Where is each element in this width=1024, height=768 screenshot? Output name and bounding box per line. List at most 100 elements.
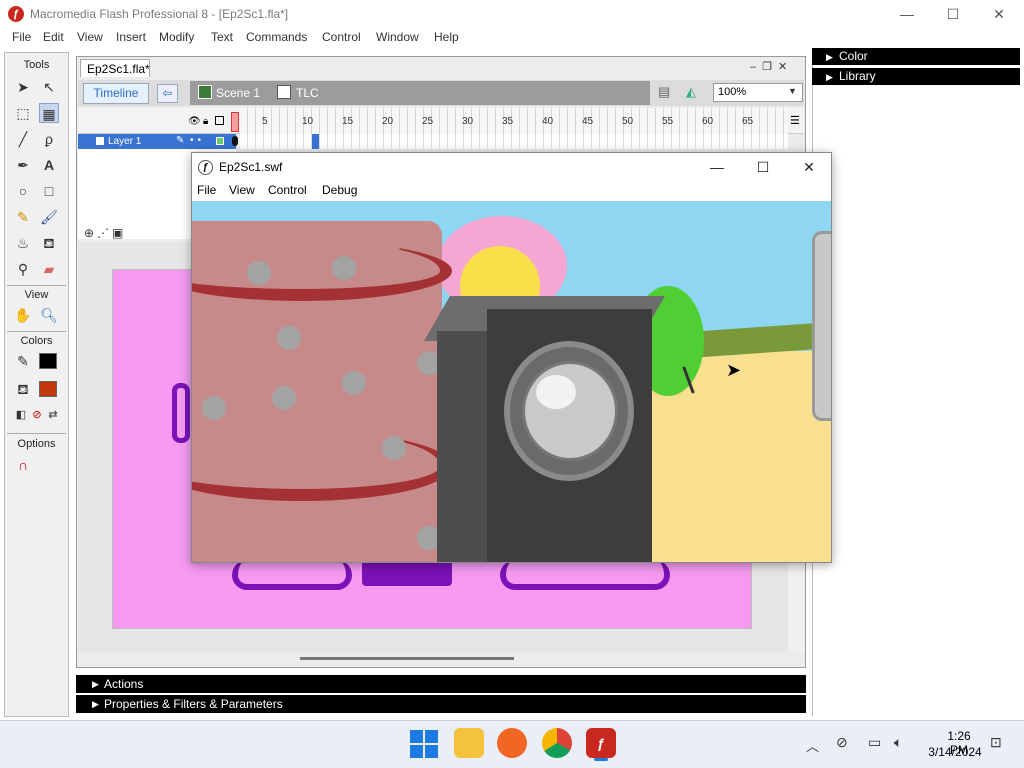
- close-icon[interactable]: ✕: [976, 0, 1022, 28]
- frame-number: 60: [702, 116, 714, 127]
- outline-icon[interactable]: [215, 116, 224, 125]
- swf-movie-canvas[interactable]: [192, 201, 831, 562]
- menu-window[interactable]: Window: [376, 30, 419, 44]
- cake-spike: [342, 371, 366, 395]
- swap-colors-icon[interactable]: ⇄: [43, 405, 63, 425]
- properties-panel[interactable]: Properties & Filters & Parameters: [76, 695, 806, 713]
- document-window-controls[interactable]: –❐✕: [750, 60, 800, 74]
- scene-icon: [198, 85, 212, 99]
- stage-shape: [500, 560, 670, 590]
- swf-menu-control[interactable]: Control: [268, 183, 307, 197]
- menu-file[interactable]: File: [12, 30, 31, 44]
- notifications-icon[interactable]: ⊡: [990, 734, 1002, 751]
- swf-menu-debug[interactable]: Debug: [322, 183, 357, 197]
- scene-label[interactable]: Scene 1: [216, 86, 260, 100]
- pencil-tool-icon[interactable]: ✎: [13, 207, 33, 227]
- paint-bucket-tool-icon[interactable]: ⛾: [39, 233, 59, 253]
- menu-commands[interactable]: Commands: [246, 30, 307, 44]
- snap-magnet-icon[interactable]: ∩: [13, 455, 33, 475]
- symbol-label[interactable]: TLC: [296, 86, 319, 100]
- library-panel[interactable]: Library: [812, 68, 1020, 85]
- line-tool-icon[interactable]: ╱: [13, 129, 33, 149]
- layer-buttons[interactable]: ⊕⋰▣: [84, 226, 126, 240]
- chevron-up-icon[interactable]: ︿: [806, 736, 819, 755]
- menu-help[interactable]: Help: [434, 30, 459, 44]
- document-tab[interactable]: Ep2Sc1.fla*: [80, 59, 150, 77]
- swf-menu-view[interactable]: View: [229, 183, 255, 197]
- minimize-icon[interactable]: —: [884, 0, 930, 28]
- swf-menu-file[interactable]: File: [197, 183, 216, 197]
- stage-shape: [232, 560, 352, 590]
- frame-number: 40: [542, 116, 554, 127]
- lasso-tool-icon[interactable]: ϼ: [39, 129, 59, 149]
- swf-window-title: Ep2Sc1.swf: [219, 160, 283, 174]
- cake-spike: [332, 256, 356, 280]
- edit-scene-icon[interactable]: ▤: [658, 84, 678, 102]
- cake-spike: [272, 386, 296, 410]
- windows-start-icon[interactable]: [410, 730, 438, 758]
- flash-taskbar-icon[interactable]: ƒ: [586, 728, 616, 758]
- expand-triangle-icon[interactable]: ▶: [92, 699, 99, 710]
- firefox-icon[interactable]: [497, 728, 527, 758]
- menu-modify[interactable]: Modify: [159, 30, 194, 44]
- eraser-tool-icon[interactable]: ▰: [39, 259, 59, 279]
- frame-number: 35: [502, 116, 514, 127]
- sound-muted-icon[interactable]: 🔈︎: [894, 734, 902, 751]
- frame-number: 55: [662, 116, 674, 127]
- rectangle-tool-icon[interactable]: □: [39, 181, 59, 201]
- expand-triangle-icon[interactable]: ▶: [92, 679, 99, 690]
- frame-number: 50: [622, 116, 634, 127]
- swf-close-icon[interactable]: ✕: [786, 153, 832, 181]
- menu-text[interactable]: Text: [211, 30, 233, 44]
- pen-tool-icon[interactable]: ✒: [13, 155, 33, 175]
- camera-side: [437, 331, 487, 562]
- ink-bottle-tool-icon[interactable]: ♨: [13, 233, 33, 253]
- no-network-icon[interactable]: ⊘: [836, 734, 848, 751]
- zoom-tool-icon[interactable]: 🔍︎: [39, 305, 59, 325]
- menu-view[interactable]: View: [77, 30, 103, 44]
- back-arrow-icon[interactable]: ⇦: [157, 84, 178, 103]
- layer-toggle-dots[interactable]: ••: [190, 135, 205, 146]
- keyframe[interactable]: [232, 136, 238, 146]
- swf-minimize-icon[interactable]: —: [694, 153, 740, 181]
- tools-panel: Tools ➤ ↖ ⬚ ▦ ╱ ϼ ✒ A ○ □ ✎ 🖌 ♨ ⛾ ⚲ ▰ Vi…: [4, 52, 69, 717]
- layer-frames[interactable]: [240, 134, 788, 149]
- color-panel[interactable]: Color: [812, 48, 1020, 65]
- edit-symbols-icon[interactable]: ◭: [686, 84, 706, 102]
- fill-color-swatch[interactable]: [39, 381, 57, 397]
- actions-panel[interactable]: Actions: [76, 675, 806, 693]
- free-transform-tool-icon[interactable]: ⬚: [13, 103, 33, 123]
- menu-insert[interactable]: Insert: [116, 30, 146, 44]
- horizontal-scrollbar[interactable]: [300, 657, 514, 660]
- oval-tool-icon[interactable]: ○: [13, 181, 33, 201]
- file-explorer-icon[interactable]: [454, 728, 484, 758]
- chrome-icon[interactable]: [542, 728, 572, 758]
- expand-triangle-icon[interactable]: ▶: [826, 72, 833, 83]
- clock-date[interactable]: 3/14/2024: [924, 745, 986, 759]
- brush-tool-icon[interactable]: 🖌: [39, 207, 59, 227]
- stroke-color-swatch[interactable]: [39, 353, 57, 369]
- timeline-options-icon[interactable]: ☰: [790, 114, 800, 127]
- subselect-tool-icon[interactable]: ↖: [39, 77, 59, 97]
- menu-edit[interactable]: Edit: [43, 30, 64, 44]
- eye-icon[interactable]: 👁︎: [188, 116, 201, 127]
- layer-name[interactable]: Layer 1: [108, 136, 141, 147]
- tools-heading: Tools: [23, 59, 50, 71]
- lock-icon[interactable]: 🔒︎: [203, 116, 208, 127]
- cake-spike: [247, 261, 271, 285]
- gradient-transform-tool-icon[interactable]: ▦: [39, 103, 59, 123]
- menu-control[interactable]: Control: [322, 30, 361, 44]
- timeline-button[interactable]: Timeline: [83, 83, 149, 104]
- text-tool-icon[interactable]: A: [39, 155, 59, 175]
- swf-maximize-icon[interactable]: ☐: [740, 153, 786, 181]
- maximize-icon[interactable]: ☐: [930, 0, 976, 28]
- display-icon[interactable]: ▭: [868, 734, 881, 751]
- hand-tool-icon[interactable]: ✋: [13, 305, 33, 325]
- window-title: Macromedia Flash Professional 8 - [Ep2Sc…: [30, 7, 289, 21]
- expand-triangle-icon[interactable]: ▶: [826, 52, 833, 63]
- arrow-tool-icon[interactable]: ➤: [13, 77, 33, 97]
- chevron-down-icon[interactable]: ▼: [788, 86, 797, 96]
- layer-outline-color[interactable]: [216, 137, 224, 145]
- playhead[interactable]: [231, 112, 239, 132]
- eyedropper-tool-icon[interactable]: ⚲: [13, 259, 33, 279]
